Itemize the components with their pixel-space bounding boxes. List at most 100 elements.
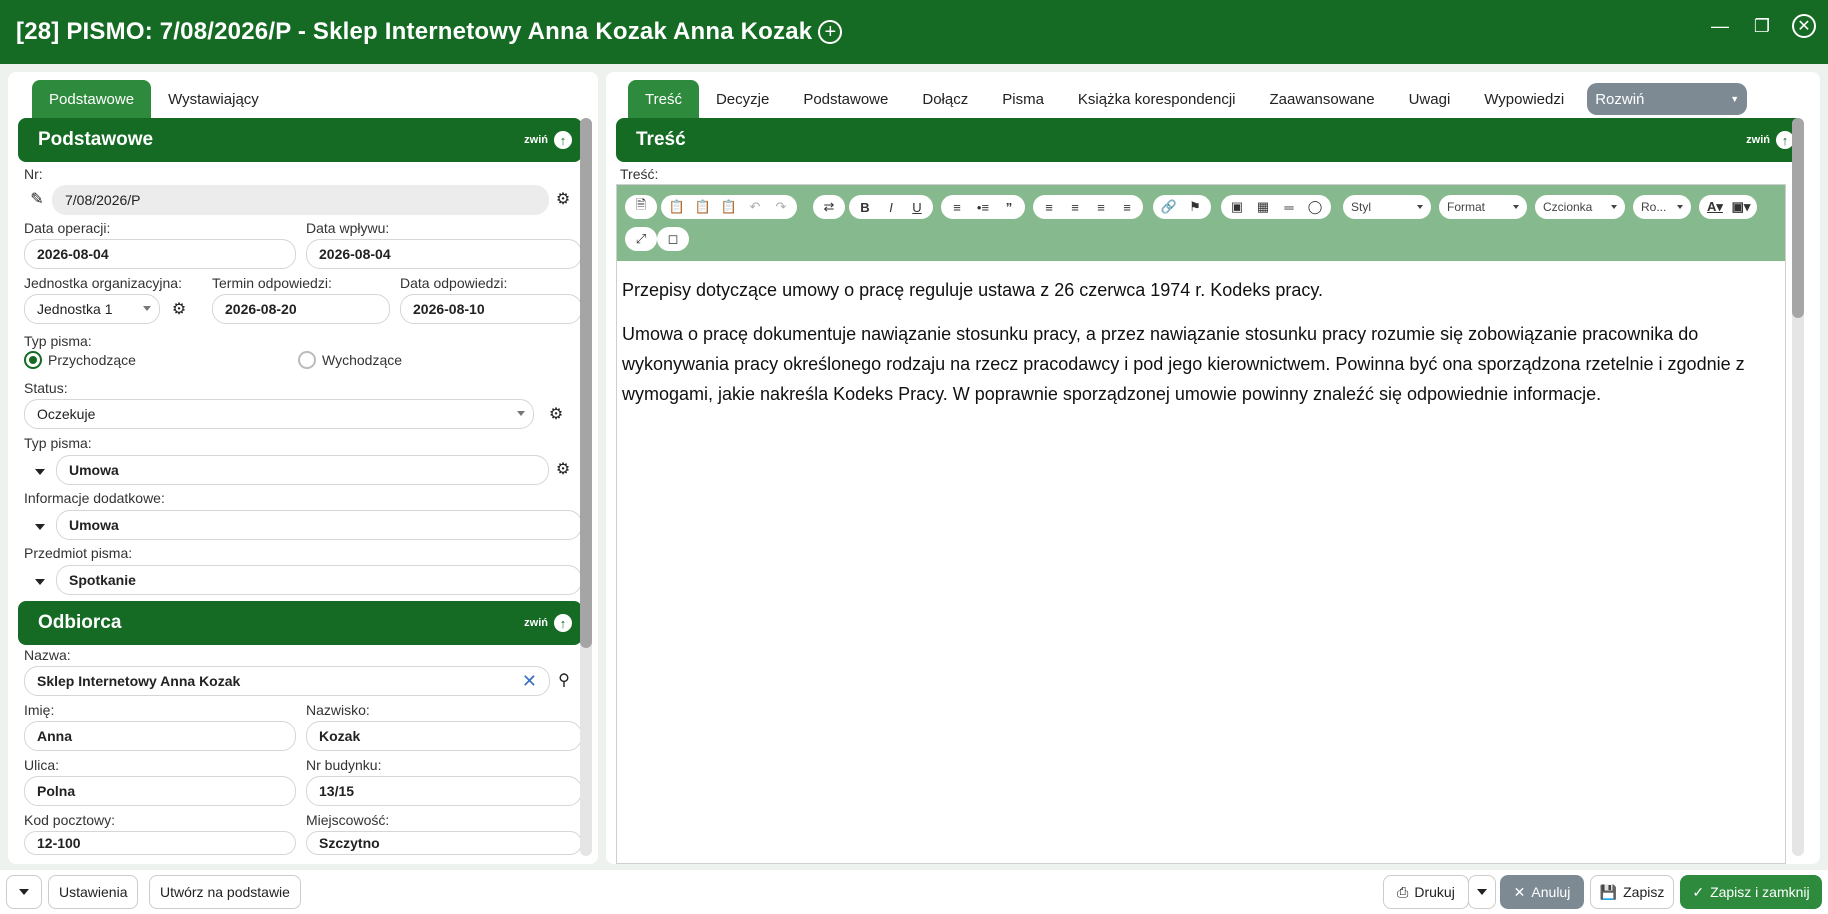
imie-field[interactable]: Anna [24, 721, 296, 751]
expand-select[interactable]: Rozwiń ▼ [1587, 83, 1748, 115]
maximize-icon[interactable]: ⤢ [629, 228, 653, 250]
style-select[interactable]: Styl [1343, 195, 1431, 219]
table-icon[interactable]: ▦ [1251, 196, 1275, 218]
bold-icon[interactable]: B [853, 196, 877, 218]
tab-decyzje[interactable]: Decyzje [699, 80, 786, 118]
section-content-header[interactable]: Treść zwiń ↑ [616, 118, 1804, 162]
miejscowosc-label: Miejscowość: [306, 812, 390, 828]
caret-down-icon [19, 889, 29, 895]
minimize-icon[interactable]: — [1708, 14, 1732, 38]
section-basic-header[interactable]: Podstawowe zwiń ↑ [18, 118, 582, 162]
radio-przychodzace[interactable]: Przychodzące [24, 351, 136, 369]
data-odp-field[interactable]: 2026-08-10 [400, 294, 582, 324]
font-size-select[interactable]: Ro... [1633, 195, 1691, 219]
tab-dolacz[interactable]: Dołącz [905, 80, 985, 118]
nazwa-field[interactable]: Sklep Internetowy Anna Kozak ✕ [24, 666, 550, 696]
tab-podstawowe[interactable]: Podstawowe [32, 80, 152, 118]
image-icon[interactable]: ▣ [1225, 196, 1249, 218]
radio-wychodzace[interactable]: Wychodzące [298, 351, 402, 369]
tab-wystawiajacy[interactable]: Wystawiający [151, 80, 276, 118]
format-select[interactable]: Format [1439, 195, 1527, 219]
collapse-recipient-button[interactable]: zwiń ↑ [524, 614, 572, 632]
align-right-icon[interactable]: ≡ [1089, 196, 1113, 218]
collapse-basic-button[interactable]: zwiń ↑ [524, 131, 572, 149]
miejscowosc-field[interactable]: Szczytno [306, 831, 582, 855]
print-button[interactable]: ⎙ Drukuj [1383, 875, 1469, 909]
align-left-icon[interactable]: ≡ [1037, 196, 1061, 218]
ulica-field[interactable]: Polna [24, 776, 296, 806]
spellcheck-icon[interactable]: ⇄ [817, 196, 841, 218]
pencil-icon[interactable]: ✎ [28, 190, 46, 208]
section-recipient-header[interactable]: Odbiorca zwiń ↑ [18, 601, 582, 645]
restore-icon[interactable]: ❐ [1750, 14, 1774, 38]
caret-down-icon[interactable] [35, 469, 45, 475]
save-close-button[interactable]: ✓ Zapisz i zamknij [1680, 875, 1822, 909]
search-icon[interactable]: ⚲ [555, 671, 573, 689]
tb-group-clipboard: 📋 📋 📋 ↶ ↷ [661, 195, 797, 219]
gear-icon[interactable]: ⚙ [170, 300, 188, 318]
numbered-list-icon[interactable]: ≡ [945, 196, 969, 218]
typ-pisma-field[interactable]: Umowa [56, 455, 549, 485]
blockquote-icon[interactable]: ” [997, 196, 1021, 218]
font-select[interactable]: Czcionka [1535, 195, 1625, 219]
tab-tresc[interactable]: Treść [628, 80, 699, 118]
tab-pisma[interactable]: Pisma [985, 80, 1061, 118]
nazwisko-field[interactable]: Kozak [306, 721, 582, 751]
tab-wypowiedzi[interactable]: Wypowiedzi [1467, 80, 1581, 118]
create-from-button[interactable]: Utwórz na podstawie [149, 875, 301, 909]
tab-zaawansowane[interactable]: Zaawansowane [1253, 80, 1392, 118]
data-operacji-field[interactable]: 2026-08-04 [24, 239, 296, 269]
iframe-globe-icon[interactable]: ◯ [1303, 196, 1327, 218]
przedmiot-field[interactable]: Spotkanie [56, 565, 582, 595]
left-scrollbar[interactable] [580, 118, 592, 856]
kod-pocztowy-field[interactable]: 12-100 [24, 831, 296, 855]
new-page-icon[interactable]: 🗎 [629, 196, 653, 218]
tab-ksiazka-korespondencji[interactable]: Książka korespondencji [1061, 80, 1253, 118]
close-icon[interactable]: ✕ [1792, 14, 1816, 38]
jednostka-select[interactable]: Jednostka 1 [24, 294, 160, 324]
footer-menu-button[interactable] [6, 875, 42, 909]
collapse-label: zwiń [524, 134, 548, 146]
italic-icon[interactable]: I [879, 196, 903, 218]
gear-icon[interactable]: ⚙ [554, 190, 572, 208]
rich-text-editor[interactable]: 🗎 📋 📋 📋 ↶ ↷ ⇄ B I U ≡ •≡ ” ≡ ≡ ≡ ≡ 🔗 ⚑ ▣… [616, 184, 1786, 864]
right-scrollbar[interactable] [1792, 118, 1804, 856]
align-justify-icon[interactable]: ≡ [1115, 196, 1139, 218]
paste-icon[interactable]: 📋 [665, 196, 689, 218]
redo-icon[interactable]: ↷ [769, 196, 793, 218]
link-icon[interactable]: 🔗 [1157, 196, 1181, 218]
undo-icon[interactable]: ↶ [743, 196, 767, 218]
right-scrollbar-thumb[interactable] [1792, 118, 1804, 318]
print-options-button[interactable] [1468, 875, 1496, 909]
horizontal-line-icon[interactable]: ═ [1277, 196, 1301, 218]
clear-icon[interactable]: ✕ [522, 671, 537, 692]
gear-icon[interactable]: ⚙ [554, 460, 572, 478]
settings-button[interactable]: Ustawienia [48, 875, 139, 909]
underline-icon[interactable]: U [905, 196, 929, 218]
cancel-button[interactable]: ✕ Anuluj [1500, 875, 1584, 909]
data-wplywu-field[interactable]: 2026-08-04 [306, 239, 582, 269]
gear-icon[interactable]: ⚙ [547, 405, 565, 423]
termin-field[interactable]: 2026-08-20 [212, 294, 390, 324]
show-blocks-icon[interactable]: ◻ [661, 228, 685, 250]
info-field[interactable]: Umowa [56, 510, 582, 540]
background-color-icon[interactable]: ▣▾ [1729, 196, 1753, 218]
nr-budynku-field[interactable]: 13/15 [306, 776, 582, 806]
anchor-flag-icon[interactable]: ⚑ [1183, 196, 1207, 218]
tab-podstawowe[interactable]: Podstawowe [786, 80, 905, 118]
save-button[interactable]: 💾 Zapisz [1590, 875, 1674, 909]
paste-text-icon[interactable]: 📋 [691, 196, 715, 218]
editor-content[interactable]: Przepisy dotyczące umowy o pracę reguluj… [617, 261, 1785, 863]
text-color-icon[interactable]: A▾ [1703, 196, 1727, 218]
status-select[interactable]: Oczekuje [24, 399, 534, 429]
left-scrollbar-thumb[interactable] [580, 118, 592, 648]
paste-word-icon[interactable]: 📋 [717, 196, 741, 218]
collapse-content-button[interactable]: zwiń ↑ [1746, 131, 1794, 149]
add-icon[interactable]: + [818, 20, 843, 44]
align-center-icon[interactable]: ≡ [1063, 196, 1087, 218]
caret-down-icon[interactable] [35, 524, 45, 530]
tab-uwagi[interactable]: Uwagi [1392, 80, 1468, 118]
bullet-list-icon[interactable]: •≡ [971, 196, 995, 218]
caret-down-icon[interactable] [35, 579, 45, 585]
nr-field[interactable]: 7/08/2026/P [52, 185, 549, 215]
